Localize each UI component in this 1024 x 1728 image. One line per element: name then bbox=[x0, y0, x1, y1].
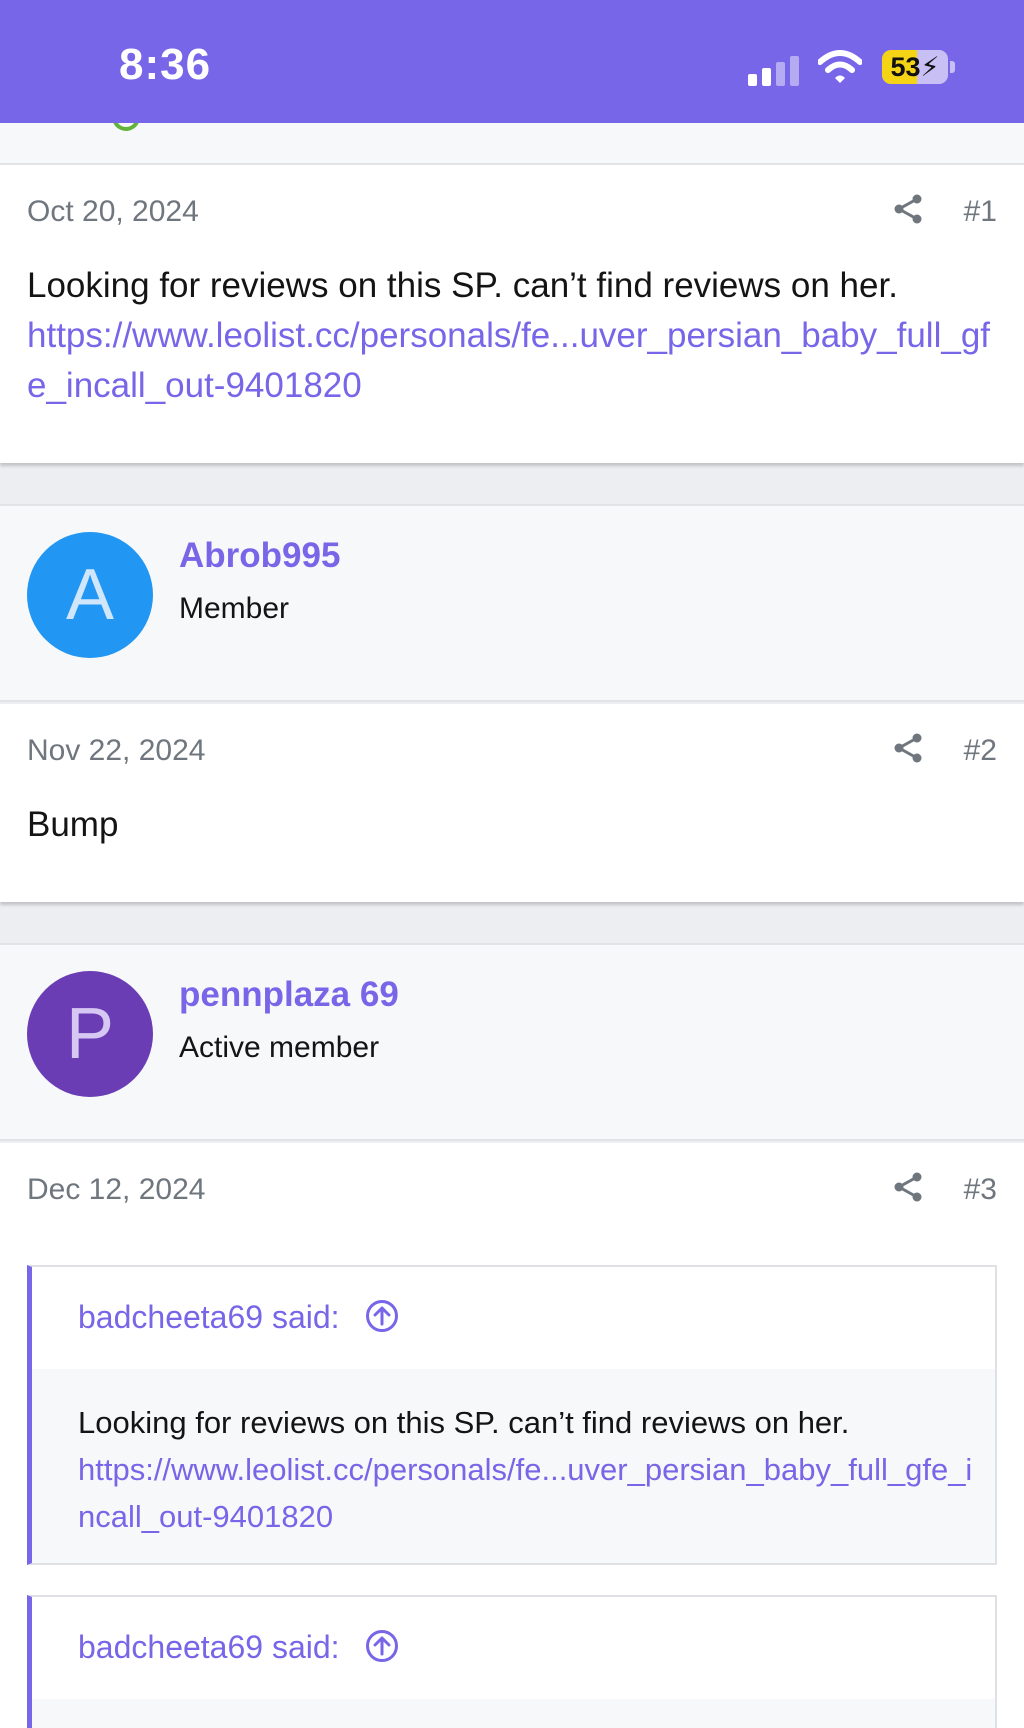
user-role: Member bbox=[179, 592, 290, 625]
quote-text: Looking for reviews on this SP. can’t fi… bbox=[78, 1405, 850, 1440]
share-icon[interactable] bbox=[893, 732, 923, 764]
quote-header: badcheeta69 said: bbox=[32, 1597, 995, 1699]
status-bar: 8:36 53 ⚡ bbox=[0, 0, 1024, 123]
post-meta: Dec 12, 2024 #3 bbox=[0, 1143, 1024, 1235]
wifi-icon bbox=[818, 50, 862, 83]
post-date[interactable]: Oct 20, 2024 bbox=[27, 195, 199, 229]
post-2: Nov 22, 2024 #2 Bump bbox=[0, 704, 1024, 902]
avatar[interactable]: A bbox=[27, 532, 153, 658]
share-icon[interactable] bbox=[893, 193, 923, 225]
quote-author[interactable]: badcheeta69 said: bbox=[78, 1629, 340, 1666]
post-text: Bump bbox=[27, 805, 119, 844]
quote-header: badcheeta69 said: bbox=[32, 1267, 995, 1369]
user-role: Active member bbox=[179, 1031, 380, 1064]
status-time: 8:36 bbox=[119, 40, 212, 89]
post-meta: Nov 22, 2024 #2 bbox=[0, 704, 1024, 796]
quote-block: badcheeta69 said: Looking for reviews on… bbox=[27, 1265, 997, 1565]
previous-user-card-edge bbox=[0, 111, 1024, 165]
cellular-signal-icon bbox=[748, 56, 799, 86]
battery-percent: 53 bbox=[890, 51, 921, 82]
post-number[interactable]: #3 bbox=[964, 1173, 997, 1207]
post-text: Looking for reviews on this SP. can’t fi… bbox=[27, 266, 898, 305]
post-content: Looking for reviews on this SP. can’t fi… bbox=[27, 261, 1002, 411]
avatar-initial: P bbox=[65, 994, 115, 1074]
username[interactable]: Abrob995 bbox=[179, 536, 340, 576]
charging-bolt-icon: ⚡ bbox=[920, 51, 940, 82]
post-date[interactable]: Nov 22, 2024 bbox=[27, 734, 205, 768]
post-date[interactable]: Dec 12, 2024 bbox=[27, 1173, 205, 1207]
post-meta: Oct 20, 2024 #1 bbox=[0, 165, 1024, 257]
post-number[interactable]: #1 bbox=[964, 195, 997, 229]
quote-author[interactable]: badcheeta69 said: bbox=[78, 1299, 340, 1336]
battery-icon: 53 ⚡ bbox=[882, 50, 956, 86]
avatar-initial: A bbox=[65, 555, 115, 635]
username[interactable]: pennplaza 69 bbox=[179, 975, 399, 1015]
post-3: Dec 12, 2024 #3 badcheeta69 said: Lookin… bbox=[0, 1143, 1024, 1728]
go-to-quoted-post-icon[interactable] bbox=[365, 1299, 399, 1333]
post-number[interactable]: #2 bbox=[964, 734, 997, 768]
quote-link[interactable]: https://www.leolist.cc/personals/fe...uv… bbox=[78, 1446, 978, 1540]
post-1: Oct 20, 2024 #1 Looking for reviews on t… bbox=[0, 165, 1024, 463]
quote-content: Looking for reviews on this SP. can’t fi… bbox=[78, 1399, 978, 1540]
user-card: A Abrob995 Member bbox=[0, 504, 1024, 702]
go-to-quoted-post-icon[interactable] bbox=[365, 1629, 399, 1663]
user-card: P pennplaza 69 Active member bbox=[0, 943, 1024, 1141]
avatar[interactable]: P bbox=[27, 971, 153, 1097]
share-icon[interactable] bbox=[893, 1171, 923, 1203]
post-link[interactable]: https://www.leolist.cc/personals/fe...uv… bbox=[27, 311, 1002, 411]
quote-block: badcheeta69 said: bbox=[27, 1595, 997, 1728]
